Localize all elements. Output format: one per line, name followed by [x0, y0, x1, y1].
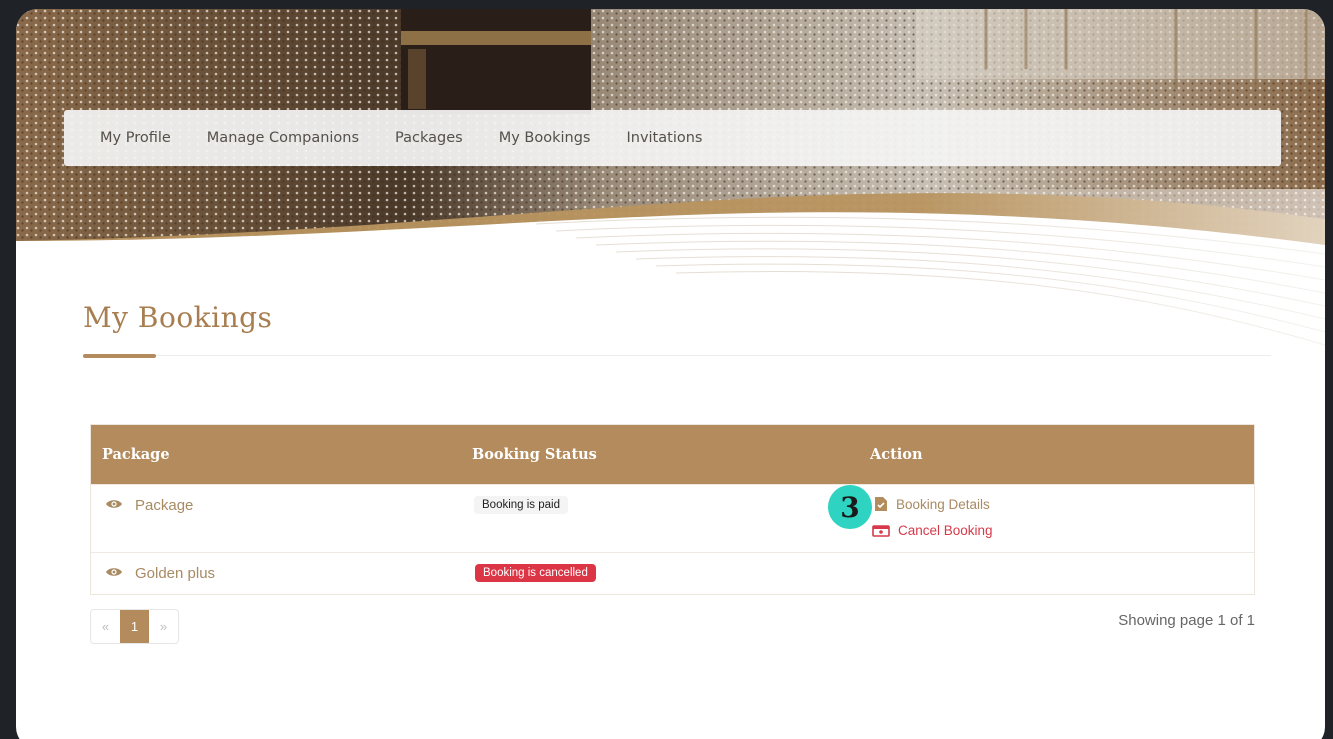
- document-check-icon: [874, 496, 888, 512]
- package-name: Package: [135, 497, 194, 514]
- title-divider: [83, 355, 1271, 356]
- package-name: Golden plus: [135, 565, 216, 582]
- bookings-table: Package Booking Status Action Package Bo…: [90, 424, 1255, 595]
- cancel-ticket-icon: [872, 524, 890, 538]
- package-link[interactable]: Golden plus: [105, 565, 215, 582]
- package-link[interactable]: Package: [105, 497, 193, 514]
- pagination: « 1 »: [90, 609, 179, 644]
- status-badge: Booking is cancelled: [475, 564, 596, 582]
- header-package: Package: [102, 446, 170, 463]
- main-nav: My Profile Manage Companions Packages My…: [64, 110, 1281, 166]
- table-header: Package Booking Status Action: [91, 425, 1254, 484]
- page-title: My Bookings: [83, 301, 273, 334]
- step-marker: 3: [828, 485, 872, 529]
- status-badge: Booking is paid: [474, 496, 568, 514]
- pagination-info: Showing page 1 of 1: [1118, 612, 1255, 629]
- nav-item-my-bookings[interactable]: My Bookings: [499, 130, 591, 146]
- nav-item-manage-companions[interactable]: Manage Companions: [207, 130, 359, 146]
- nav-item-my-profile[interactable]: My Profile: [100, 130, 171, 146]
- nav-item-invitations[interactable]: Invitations: [626, 130, 702, 146]
- pagination-page-1[interactable]: 1: [120, 610, 149, 643]
- table-row: Package Booking is paid Booking Details …: [91, 484, 1254, 552]
- cancel-booking-label: Cancel Booking: [898, 523, 993, 538]
- eye-icon: [105, 565, 123, 582]
- app-window: My Profile Manage Companions Packages My…: [16, 9, 1325, 739]
- pagination-next[interactable]: »: [149, 610, 178, 643]
- booking-details-link[interactable]: Booking Details: [874, 496, 990, 512]
- pagination-prev[interactable]: «: [91, 610, 120, 643]
- cancel-booking-link[interactable]: Cancel Booking: [872, 523, 993, 538]
- eye-icon: [105, 497, 123, 514]
- nav-item-packages[interactable]: Packages: [395, 130, 463, 146]
- title-accent-bar: [83, 354, 156, 358]
- booking-details-label: Booking Details: [896, 496, 990, 512]
- table-row: Golden plus Booking is cancelled: [91, 552, 1254, 594]
- header-booking-status: Booking Status: [472, 446, 597, 463]
- header-action: Action: [870, 446, 923, 463]
